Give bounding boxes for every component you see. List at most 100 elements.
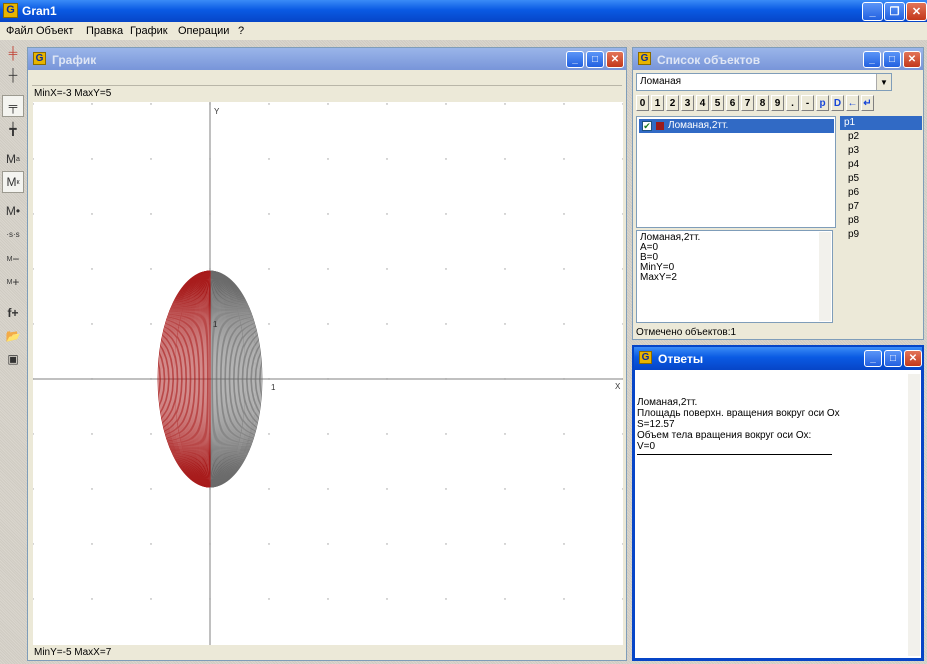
restore-button[interactable]: ❐ xyxy=(884,2,905,21)
grid-dot xyxy=(150,598,152,600)
answers-text: Ломаная,2тт. Площадь поверхн. вращения во… xyxy=(637,374,907,656)
answers-maximize-button[interactable]: □ xyxy=(884,350,902,367)
save-disk-icon[interactable]: ▣ xyxy=(2,348,24,370)
answers-scrollbar[interactable] xyxy=(908,374,920,656)
point-value-cell[interactable] xyxy=(864,116,922,130)
keypad-key[interactable]: p xyxy=(816,95,829,111)
keypad-key[interactable]: ← xyxy=(846,95,859,111)
scale-k-icon[interactable]: Mк xyxy=(2,171,24,193)
chevron-down-icon[interactable]: ▼ xyxy=(876,74,891,90)
app-icon: G xyxy=(3,3,18,18)
grid-dot xyxy=(504,158,506,160)
scale-a-icon[interactable]: Ma xyxy=(2,148,24,170)
grid-dot xyxy=(32,598,34,600)
graph-title: График xyxy=(52,53,97,67)
grid-dot xyxy=(91,103,93,105)
menu-graph[interactable]: График xyxy=(130,25,168,37)
answers-title-bar[interactable]: G Ответы _ □ ✕ xyxy=(634,347,922,370)
scale-plus-icon[interactable]: M + xyxy=(2,271,24,293)
grid-dot xyxy=(622,268,624,270)
graph-canvas[interactable]: X Y 1 1 xyxy=(32,102,624,655)
keypad-key[interactable]: 6 xyxy=(726,95,739,111)
graph-title-bar[interactable]: G График _ □ ✕ xyxy=(28,48,626,70)
close-button[interactable]: ✕ xyxy=(906,2,927,21)
keypad-key[interactable]: D xyxy=(831,95,844,111)
grid-dot xyxy=(622,213,624,215)
menu-help[interactable]: ? xyxy=(238,25,244,37)
grid-dot xyxy=(504,433,506,435)
grid-dot xyxy=(327,598,329,600)
graph-window: G График _ □ ✕ MinX=-3 MaxY=5 X Y 1 1 MinY=… xyxy=(27,47,627,661)
keypad-key[interactable]: ↵ xyxy=(861,95,874,111)
graph-maximize-button[interactable]: □ xyxy=(586,51,604,68)
cross-tilt-icon[interactable]: ╈ xyxy=(2,118,24,140)
keypad-key[interactable]: 8 xyxy=(756,95,769,111)
object-list-close-button[interactable]: ✕ xyxy=(903,51,921,68)
grid-dot xyxy=(386,543,388,545)
keypad-key[interactable]: 0 xyxy=(636,95,649,111)
answer-line: V=0 xyxy=(637,441,656,452)
object-type-select[interactable]: Ломаная ▼ xyxy=(636,73,892,91)
object-list-title-bar[interactable]: G Список объектов _ □ ✕ xyxy=(633,48,923,70)
keypad-key[interactable]: 4 xyxy=(696,95,709,111)
object-list-maximize-button[interactable]: □ xyxy=(883,51,901,68)
grid-dot xyxy=(150,543,152,545)
add-point-icon[interactable]: ┼ xyxy=(2,64,24,86)
point-list-item[interactable]: p1 xyxy=(840,116,922,130)
graph-close-button[interactable]: ✕ xyxy=(606,51,624,68)
menu-edit[interactable]: Правка xyxy=(86,25,123,37)
object-list-window: G Список объектов _ □ ✕ Ломаная ▼ 012345… xyxy=(632,47,924,340)
grid-dot xyxy=(150,268,152,270)
grid-dot xyxy=(445,323,447,325)
minimize-button[interactable]: _ xyxy=(862,2,883,21)
grid-dot xyxy=(563,543,565,545)
grid-dot xyxy=(563,488,565,490)
grid-dot xyxy=(327,543,329,545)
grid-dot xyxy=(32,158,34,160)
grid-dot xyxy=(563,268,565,270)
grid-dot xyxy=(622,323,624,325)
keypad-key[interactable]: 7 xyxy=(741,95,754,111)
grid-dot xyxy=(563,598,565,600)
add-point-red-icon[interactable]: ╪ xyxy=(2,42,24,64)
cross-mode-icon[interactable]: ╤ xyxy=(2,95,24,117)
answers-minimize-button[interactable]: _ xyxy=(864,350,882,367)
object-list-minimize-button[interactable]: _ xyxy=(863,51,881,68)
point-label: p5 xyxy=(848,173,860,184)
grid-dot xyxy=(445,433,447,435)
grid-dot xyxy=(622,103,624,105)
point-label: p2 xyxy=(848,131,860,142)
app-title-bar[interactable]: G Gran1 _ ❐ ✕ xyxy=(0,0,927,22)
grid-dot xyxy=(563,213,565,215)
menu-object[interactable]: Объект xyxy=(36,25,73,37)
graph-minimize-button[interactable]: _ xyxy=(566,51,584,68)
answers-close-button[interactable]: ✕ xyxy=(904,350,922,367)
info-scrollbar[interactable] xyxy=(819,232,831,321)
object-list-item[interactable]: ✔ Ломаная,2тт. xyxy=(639,119,834,133)
open-folder-icon[interactable]: 📂 xyxy=(2,325,24,347)
scale-dot-icon[interactable]: M• xyxy=(2,200,24,222)
grid-dot xyxy=(386,598,388,600)
keypad-key[interactable]: - xyxy=(801,95,814,111)
app-title: Gran1 xyxy=(22,4,57,18)
answer-line: Площадь поверхн. вращения вокруг оси Ох xyxy=(637,408,840,419)
object-listbox[interactable]: ✔ Ломаная,2тт. xyxy=(636,116,836,228)
input-keypad: 0 1 2 3 4 5 6 7 8 9. - p D ← ↵ xyxy=(636,95,876,113)
function-add-icon[interactable]: f+ xyxy=(2,302,24,324)
menu-operations[interactable]: Операции xyxy=(178,25,229,37)
object-info-box: Ломаная,2тт. A=0 B=0 MinY=0 MaxY=2 xyxy=(636,230,833,323)
keypad-key[interactable]: 3 xyxy=(681,95,694,111)
scale-grid-icon[interactable]: ·s·s xyxy=(2,223,24,245)
grid-dot xyxy=(150,158,152,160)
keypad-key[interactable]: 9 xyxy=(771,95,784,111)
graph-plot[interactable]: X Y 1 1 xyxy=(32,102,624,655)
keypad-key[interactable]: 5 xyxy=(711,95,724,111)
keypad-key[interactable]: 2 xyxy=(666,95,679,111)
scale-minus-icon[interactable]: M − xyxy=(2,248,24,270)
keypad-key[interactable]: 1 xyxy=(651,95,664,111)
point-list[interactable]: p1 p2 p3 p4 p5 p6 p7 p8 p9 xyxy=(840,116,922,246)
menu-file[interactable]: Файл xyxy=(6,25,33,37)
checkbox-checked-icon[interactable]: ✔ xyxy=(642,121,652,131)
keypad-key[interactable]: . xyxy=(786,95,799,111)
grid-dot xyxy=(32,213,34,215)
